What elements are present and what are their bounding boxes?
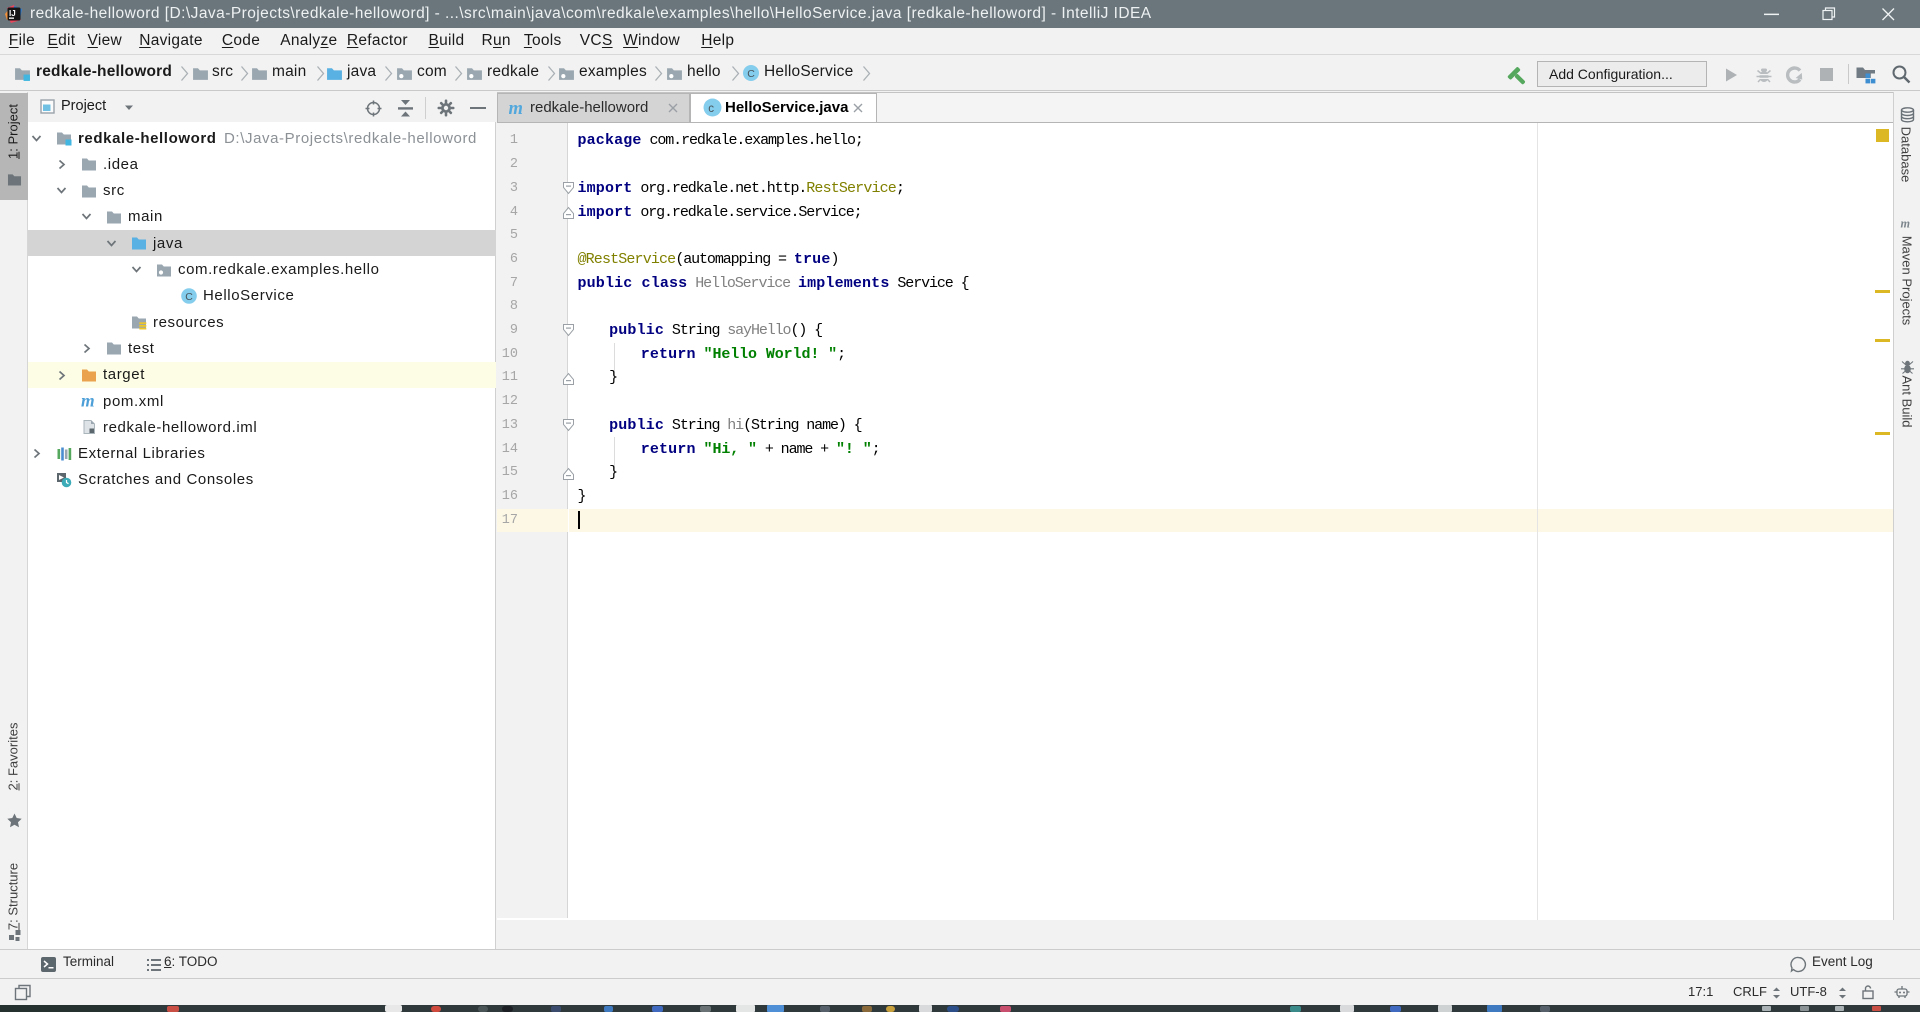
- svg-text:m: m: [1901, 216, 1911, 230]
